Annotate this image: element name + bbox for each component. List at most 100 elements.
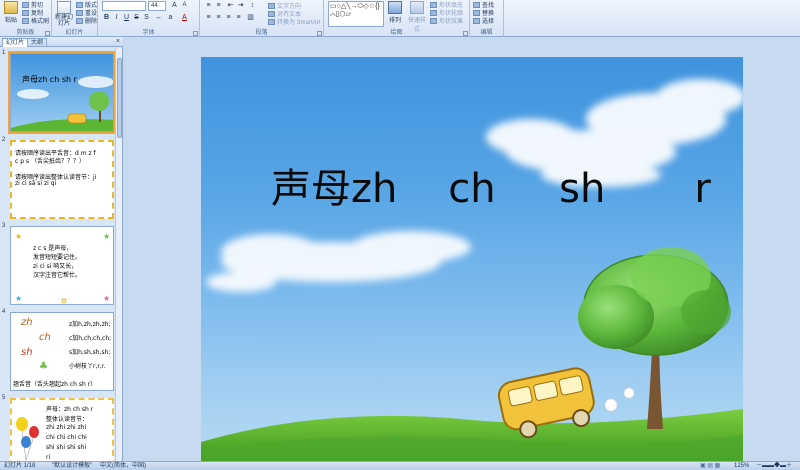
tab-slides[interactable]: 幻灯片 <box>2 38 29 47</box>
thumb-line: chi chi chi chi <box>46 434 87 441</box>
slide-thumbnail-1[interactable]: 声母zh ch sh r <box>8 51 116 134</box>
slide-number: 3 <box>2 223 6 229</box>
drawing-group: ▭○△╲→⬭◇☆{}⌒▯⬡▱ 排列 快速样式 形状填充 形状轮廓 形状效果 绘图 <box>324 0 470 37</box>
align-center-icon[interactable]: ≡ <box>214 13 223 22</box>
clipboard-launcher-icon[interactable] <box>45 31 50 36</box>
underline-icon[interactable]: U <box>122 13 131 22</box>
columns-icon[interactable]: ▥ <box>246 13 255 22</box>
language-indicator[interactable]: 中文(简体，中国) <box>100 462 146 470</box>
thumb-letter: zh <box>21 317 33 328</box>
new-slide-button[interactable]: 新建幻灯片 <box>53 1 75 27</box>
close-icon[interactable]: × <box>116 37 120 47</box>
drawing-launcher-icon[interactable] <box>463 31 468 36</box>
cloud-lower <box>206 231 471 292</box>
grow-font-icon[interactable]: A <box>170 1 179 10</box>
thumb-letter: ch <box>39 332 51 343</box>
new-slide-icon <box>57 1 71 14</box>
slide-thumbnails: 1 声母zh ch sh r 2 请按顺序读出平舌音：d m z f c p s… <box>0 48 116 461</box>
tab-outline[interactable]: 大纲 <box>27 38 48 47</box>
delete-slide-button[interactable]: 删除 <box>76 16 97 25</box>
increase-indent-icon[interactable]: ⇥ <box>236 1 245 10</box>
tree-icon: ♣ <box>39 361 48 372</box>
format-painter-button[interactable]: 格式刷 <box>22 16 49 25</box>
bold-icon[interactable]: B <box>102 13 111 22</box>
slide-number: 1 <box>2 50 6 56</box>
thumb-line: zhi zhi zhi zhi <box>46 424 87 431</box>
svg-text:★: ★ <box>103 232 110 241</box>
font-name-field[interactable] <box>102 1 146 11</box>
zoom-slider[interactable]: －▬▬◆▬＋ <box>756 462 792 470</box>
thumb-title: 声母zh ch sh r <box>22 75 77 84</box>
clipboard-icon <box>4 1 18 14</box>
line-spacing-icon[interactable]: ↕ <box>248 1 257 10</box>
paragraph-group-label: 段落 <box>255 30 268 36</box>
theme-name[interactable]: "默认设计模板" <box>52 462 92 470</box>
svg-text:★: ★ <box>15 294 22 303</box>
font-launcher-icon[interactable] <box>193 31 198 36</box>
thumb-line: 整体认读音节： <box>46 416 89 423</box>
font-group-label: 字体 <box>142 30 155 36</box>
scrollbar-thumb[interactable] <box>117 58 122 138</box>
thumb-line: ri <box>46 454 51 461</box>
font-group: 44 A A B I U S S ↔ a A 字体 <box>98 0 200 37</box>
pane-tabs: 幻灯片 大纲 × <box>0 37 123 47</box>
editing-group: 查找 替换 选择 编辑 <box>470 0 504 37</box>
cursor-icon <box>473 18 480 25</box>
thumb-line: zi ci si 响又长， <box>33 263 78 270</box>
thumb-line: z加h,zh,zh,zh; <box>69 321 111 328</box>
strikethrough-icon[interactable]: S <box>132 13 141 22</box>
char-spacing-icon[interactable]: ↔ <box>154 13 163 22</box>
thumbnail-scrollbar[interactable] <box>115 48 122 461</box>
numbering-icon[interactable]: ≡ <box>214 1 223 10</box>
shadow-icon[interactable]: S <box>142 13 151 22</box>
shape-effects-button[interactable]: 形状效果 <box>430 16 463 25</box>
arrange-button[interactable]: 排列 <box>386 1 404 24</box>
paragraph-group: ≡ ≡ ⇤ ⇥ ↕ 文字方向 ≡ ≡ ≡ ≡ ▥ 对齐文本 转换为 SmartA… <box>200 0 324 37</box>
select-button[interactable]: 选择 <box>473 16 494 25</box>
slides-pane: 幻灯片 大纲 × 1 声母zh ch sh r 2 请按顺序读出平舌音：d m … <box>0 37 123 461</box>
change-case-icon[interactable]: a <box>166 13 175 22</box>
paragraph-launcher-icon[interactable] <box>317 31 322 36</box>
thumb-line: z c s 是声母， <box>33 245 73 252</box>
svg-text:★: ★ <box>103 294 110 303</box>
delete-icon <box>76 18 83 25</box>
slide-title[interactable]: 声母zh ch sh r <box>271 165 711 213</box>
slide-editor: 声母zh ch sh r <box>124 37 800 461</box>
quick-styles-icon <box>410 1 424 14</box>
shrink-font-icon[interactable]: A <box>180 1 189 10</box>
slides-group: 新建幻灯片 版式 重设 删除 幻灯片 <box>52 0 98 37</box>
slide-background-illustration <box>201 79 743 461</box>
thumb-scene <box>11 76 113 131</box>
status-bar: 幻灯片 1/18 "默认设计模板" 中文(简体，中国) ▣ ▤ ▦ 125% －… <box>0 461 800 470</box>
font-color-icon[interactable]: A <box>180 13 189 22</box>
thumb-line: zi ci sā si zi qi <box>15 180 57 187</box>
slide-thumbnail-2[interactable]: 请按顺序读出平舌音：d m z f c p s （舌尖抵齿？？？） 请按顺序读出… <box>10 140 114 219</box>
thumb-line: 声母：zh ch sh r <box>46 406 94 413</box>
brush-icon <box>22 18 29 25</box>
paste-button[interactable]: 粘贴 <box>2 1 20 24</box>
thumb-line: 发音短短要记住。 <box>33 254 82 261</box>
thumb-footer: 翘舌音（舌头翘起zh ch sh r） <box>13 381 97 388</box>
smartart-button[interactable]: 转换为 SmartArt <box>268 17 320 26</box>
italic-icon[interactable]: I <box>112 13 121 22</box>
font-size-field[interactable]: 44 <box>148 1 166 11</box>
thumb-line: c加h,ch,ch,ch; <box>69 335 112 342</box>
align-right-icon[interactable]: ≡ <box>224 13 233 22</box>
slide-thumbnail-5[interactable]: 声母：zh ch sh r 整体认读音节： zhi zhi zhi zhi ch… <box>10 398 114 461</box>
thumb-letter: sh <box>21 347 33 358</box>
zoom-level[interactable]: 125% <box>734 462 749 470</box>
bullets-icon[interactable]: ≡ <box>204 1 213 10</box>
shapes-gallery[interactable]: ▭○△╲→⬭◇☆{}⌒▯⬡▱ <box>328 1 384 27</box>
clipboard-group: 粘贴 剪切 复制 格式刷 剪贴板 <box>0 0 52 37</box>
justify-icon[interactable]: ≡ <box>234 13 243 22</box>
slide-thumbnail-4[interactable]: zh ch sh ♣ z加h,zh,zh,zh; c加h,ch,ch,ch; s… <box>10 312 114 391</box>
editing-group-label: 编辑 <box>480 30 493 36</box>
view-buttons[interactable]: ▣ ▤ ▦ <box>700 462 720 470</box>
decrease-indent-icon[interactable]: ⇤ <box>226 1 235 10</box>
align-left-icon[interactable]: ≡ <box>204 13 213 22</box>
slide-counter: 幻灯片 1/18 <box>4 463 36 469</box>
tree-icon <box>578 247 731 429</box>
slides-group-label: 幻灯片 <box>65 30 84 36</box>
slide-thumbnail-3[interactable]: ★ ★ ★ ★ ✿ z c s 是声母， 发音短短要记住。 zi ci si 响… <box>10 226 114 305</box>
current-slide[interactable]: 声母zh ch sh r <box>201 57 743 461</box>
